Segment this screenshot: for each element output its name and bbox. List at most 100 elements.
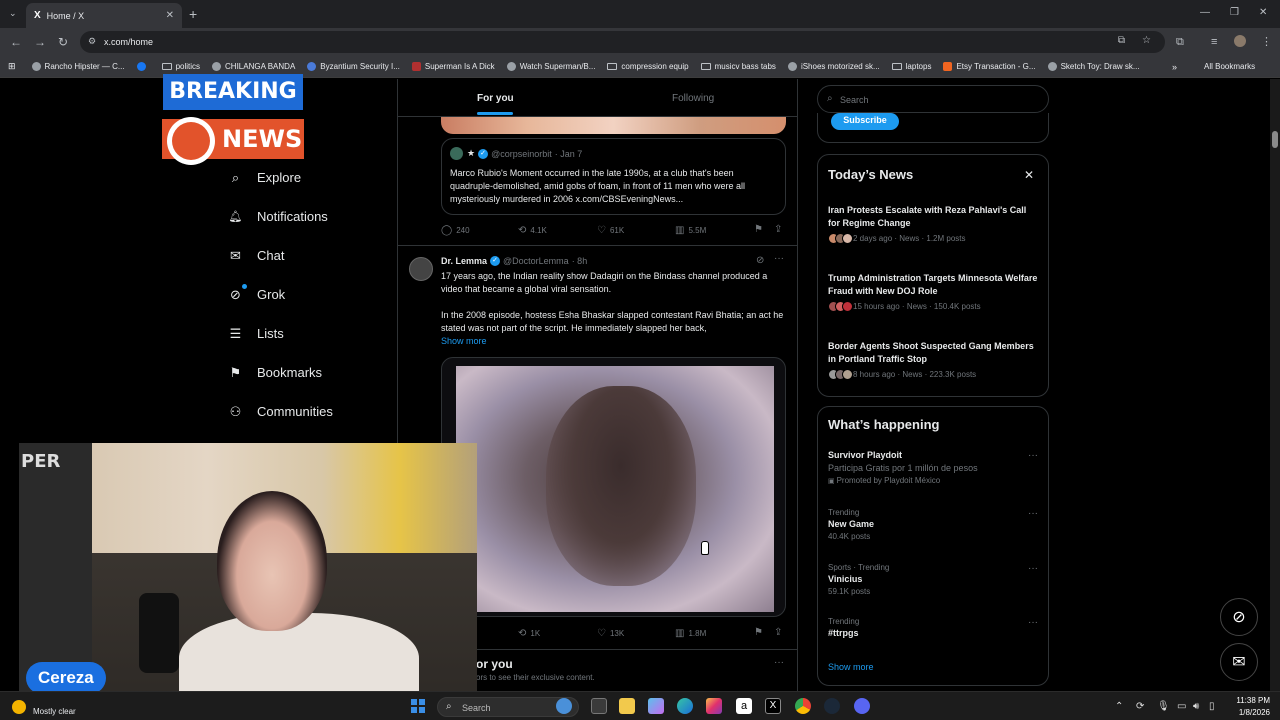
nav-explore[interactable]: ⌕ Explore: [228, 170, 301, 186]
menu-icon[interactable]: ⋮: [1261, 35, 1272, 48]
tab-for-you[interactable]: For you: [477, 93, 514, 104]
amazon-icon[interactable]: a: [736, 698, 752, 714]
site-info-icon[interactable]: ⚙: [88, 36, 96, 47]
copilot-app-icon[interactable]: [648, 698, 664, 714]
views-button[interactable]: ▥ 1.8M: [675, 628, 706, 639]
author-name[interactable]: Dr. Lemma: [441, 256, 487, 266]
start-button[interactable]: [411, 699, 425, 713]
tab-following[interactable]: Following: [672, 93, 714, 104]
reply-button[interactable]: ◯ 240: [441, 225, 470, 236]
extensions-icon[interactable]: ⧉: [1176, 36, 1184, 49]
nav-grok[interactable]: ⊘ Grok: [228, 287, 285, 303]
repost-button[interactable]: ⟲ 1K: [518, 628, 540, 639]
bookmark-item[interactable]: politics: [161, 62, 200, 71]
more-icon[interactable]: ···: [1028, 508, 1038, 519]
bookmark-item[interactable]: compression equip: [607, 62, 689, 71]
nav-communities[interactable]: ⚇ Communities: [228, 404, 333, 420]
grok-fab-button[interactable]: ⊘: [1220, 598, 1258, 636]
sync-icon[interactable]: ⟳: [1136, 701, 1144, 712]
scrollbar[interactable]: [1270, 79, 1280, 691]
like-button[interactable]: ♡ 61K: [597, 225, 624, 236]
minimize-icon[interactable]: —: [1200, 7, 1210, 18]
system-clock[interactable]: 11:38 PM 1/8/2026: [1226, 695, 1270, 719]
battery-icon[interactable]: ▯: [1209, 701, 1215, 712]
bookmark-item[interactable]: Sketch Toy: Draw sk...: [1047, 62, 1140, 71]
bookmark-item[interactable]: Byzantium Security I...: [307, 62, 400, 71]
browser-tab[interactable]: X Home / X ✕: [26, 3, 182, 28]
news-item[interactable]: Trump Administration Targets Minnesota W…: [828, 272, 1038, 312]
search-input[interactable]: ⌕ Search: [817, 85, 1049, 113]
bookmark-item[interactable]: iShoes motorized sk...: [787, 62, 880, 71]
volume-icon[interactable]: 🔊︎: [1193, 701, 1199, 712]
bookmark-item[interactable]: Etsy Transaction - G...: [943, 62, 1036, 71]
microphone-icon[interactable]: 🎙︎: [1157, 701, 1170, 712]
tweet-video[interactable]: [441, 357, 786, 617]
bookmark-item[interactable]: Watch Superman/B...: [506, 62, 595, 71]
trend-item[interactable]: Survivor Playdoit Participa Gratis por 1…: [828, 450, 1038, 485]
grok-icon[interactable]: ⊘: [756, 255, 764, 266]
author-handle[interactable]: @DoctorLemma: [503, 256, 569, 266]
trend-item[interactable]: Trending New Game 40.4K posts ···: [828, 508, 1038, 541]
all-bookmarks[interactable]: All Bookmarks: [1204, 62, 1255, 71]
copilot-icon[interactable]: [556, 698, 572, 714]
install-app-icon[interactable]: ⧉: [1118, 35, 1125, 46]
views-button[interactable]: ▥ 5.5M: [675, 225, 706, 236]
more-icon[interactable]: ···: [1028, 563, 1038, 574]
bookmark-icon[interactable]: ⚑: [754, 627, 763, 638]
weather-icon[interactable]: [12, 700, 26, 714]
bookmark-item[interactable]: Rancho Hipster — C...: [31, 62, 125, 71]
quote-handle[interactable]: @corpseinorbit: [491, 149, 552, 159]
media-icon[interactable]: ≡: [1211, 36, 1217, 48]
chrome-icon[interactable]: [795, 698, 811, 714]
network-icon[interactable]: ▭: [1177, 701, 1186, 712]
quoted-tweet[interactable]: ★ ✓ @corpseinorbit · Jan 7 Marco Rubio's…: [441, 138, 786, 215]
file-explorer-icon[interactable]: [619, 698, 635, 714]
nav-notifications[interactable]: 🔔︎ Notifications: [228, 209, 328, 224]
back-icon[interactable]: ←: [10, 35, 22, 49]
nav-chat[interactable]: ✉ Chat: [228, 248, 284, 264]
trend-item[interactable]: Sports · Trending Vinicius 59.1K posts ·…: [828, 563, 1038, 596]
bookmark-item[interactable]: [136, 62, 150, 71]
edge-icon[interactable]: [677, 698, 693, 714]
bookmark-icon[interactable]: ⚑: [754, 224, 763, 235]
new-tab-button[interactable]: +: [189, 6, 197, 22]
more-icon[interactable]: ···: [1028, 450, 1038, 461]
tab-close-icon[interactable]: ✕: [166, 10, 174, 21]
news-item[interactable]: Border Agents Shoot Suspected Gang Membe…: [828, 340, 1038, 380]
like-button[interactable]: ♡ 13K: [597, 628, 624, 639]
show-more-link[interactable]: Show more: [441, 335, 786, 348]
url-bar[interactable]: ⚙ x.com/home ⧉ ☆: [80, 31, 1165, 53]
nav-bookmarks[interactable]: ⚑ Bookmarks: [228, 365, 322, 381]
share-icon[interactable]: ⇪: [774, 627, 782, 638]
bookmark-item[interactable]: laptops: [891, 62, 931, 71]
instagram-icon[interactable]: [706, 698, 722, 714]
star-icon[interactable]: ☆: [1142, 35, 1151, 46]
more-bookmarks-icon[interactable]: »: [1172, 62, 1177, 72]
tray-chevron-icon[interactable]: ⌃: [1115, 701, 1123, 712]
close-window-icon[interactable]: ✕: [1259, 7, 1267, 18]
more-icon[interactable]: ···: [774, 253, 784, 264]
apps-grid-icon[interactable]: ⊞: [8, 61, 16, 72]
maximize-icon[interactable]: ❐: [1230, 7, 1239, 18]
tweet-image-fragment[interactable]: [441, 117, 786, 134]
discord-icon[interactable]: [854, 698, 870, 714]
news-item[interactable]: Iran Protests Escalate with Reza Pahlavi…: [828, 204, 1038, 244]
trend-item[interactable]: Trending #ttrpgs ···: [828, 617, 1038, 638]
tab-search-icon[interactable]: ⌄: [9, 8, 17, 19]
subscribe-button[interactable]: Subscribe: [831, 113, 899, 130]
weather-text[interactable]: Mostly clear: [33, 707, 76, 716]
messages-fab-button[interactable]: ✉: [1220, 643, 1258, 681]
close-icon[interactable]: ✕: [1024, 168, 1034, 182]
scrollbar-thumb[interactable]: [1272, 131, 1278, 148]
bookmark-item[interactable]: CHILANGA BANDA: [212, 62, 295, 71]
show-more-link[interactable]: Show more: [828, 662, 874, 672]
share-icon[interactable]: ⇪: [774, 224, 782, 235]
forward-icon[interactable]: →: [34, 35, 46, 49]
bookmark-item[interactable]: Superman Is A Dick: [411, 62, 495, 71]
steam-icon[interactable]: [824, 698, 840, 714]
more-icon[interactable]: ···: [774, 657, 784, 668]
profile-avatar[interactable]: [1234, 35, 1246, 47]
repost-button[interactable]: ⟲ 4.1K: [518, 225, 547, 236]
bookmark-item[interactable]: musicv bass tabs: [700, 62, 776, 71]
reload-icon[interactable]: ↻: [58, 35, 68, 49]
